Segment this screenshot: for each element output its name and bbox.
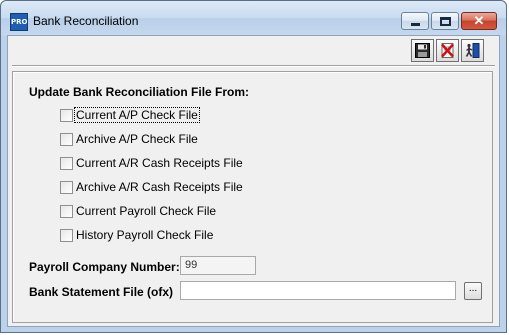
close-button[interactable]: ✕	[461, 12, 497, 30]
minimize-button[interactable]	[401, 12, 429, 30]
option-label: Current A/P Check File	[74, 107, 200, 123]
app-logo-icon: PRO	[10, 13, 28, 31]
payroll-company-number-label: Payroll Company Number:	[29, 260, 180, 274]
minimize-icon	[411, 23, 420, 26]
bank-reconciliation-window: PRO Bank Reconciliation ✕ Update Bank Re…	[0, 0, 507, 333]
payroll-company-number-field[interactable]: 99	[180, 256, 256, 275]
checkbox[interactable]	[60, 181, 73, 194]
option-label: Current A/R Cash Receipts File	[76, 156, 243, 170]
reconciliation-options-panel: Update Bank Reconciliation File From: Cu…	[12, 71, 493, 323]
bank-statement-file-label: Bank Statement File (ofx)	[29, 285, 174, 299]
checkbox[interactable]	[60, 157, 73, 170]
exit-door-icon	[465, 43, 480, 58]
checkbox[interactable]	[60, 229, 73, 242]
option-label: Current Payroll Check File	[76, 204, 217, 218]
window-title: Bank Reconciliation	[33, 14, 139, 28]
toolbar-divider	[12, 65, 495, 67]
checkbox[interactable]	[60, 205, 73, 218]
maximize-button[interactable]	[431, 12, 459, 30]
option-label: Archive A/P Check File	[76, 132, 198, 146]
close-icon: ✕	[473, 13, 485, 28]
title-bar[interactable]: PRO Bank Reconciliation ✕	[1, 1, 506, 35]
update-from-heading: Update Bank Reconciliation File From:	[29, 85, 250, 99]
exit-button[interactable]	[461, 39, 484, 62]
window-client-area: Update Bank Reconciliation File From: Cu…	[7, 35, 500, 327]
option-label: History Payroll Check File	[76, 228, 214, 242]
bank-statement-file-field[interactable]	[180, 281, 456, 300]
checkbox[interactable]	[60, 133, 73, 146]
cancel-document-icon	[441, 43, 454, 58]
floppy-disk-icon	[415, 43, 430, 58]
maximize-icon	[440, 17, 451, 26]
browse-file-button[interactable]: ...	[464, 282, 482, 300]
option-label: Archive A/R Cash Receipts File	[76, 180, 243, 194]
cancel-button[interactable]	[436, 39, 459, 62]
save-button[interactable]	[411, 39, 434, 62]
checkbox[interactable]	[60, 109, 73, 122]
